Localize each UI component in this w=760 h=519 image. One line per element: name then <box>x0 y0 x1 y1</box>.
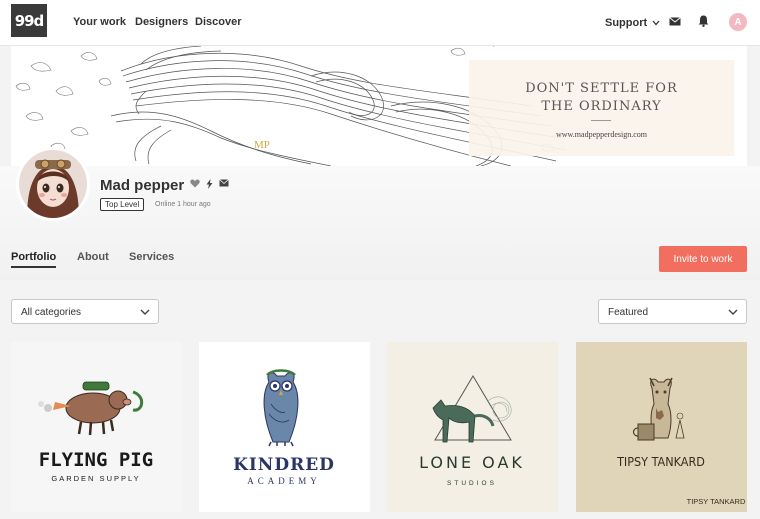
chevron-down-icon <box>728 309 738 315</box>
tipsy-tankard-logo: TIPSY TANKARD TIPSY TANKARD <box>576 342 747 512</box>
nav-your-work[interactable]: Your work <box>73 16 126 28</box>
category-select[interactable]: All categories <box>11 299 159 324</box>
tagline-line-2: THE ORDINARY <box>541 99 662 114</box>
sort-select[interactable]: Featured <box>598 299 747 324</box>
active-tab-indicator <box>11 266 56 268</box>
lightning-icon[interactable] <box>206 179 213 189</box>
nav-designers[interactable]: Designers <box>135 16 188 28</box>
designer-name: Mad pepper <box>100 177 185 194</box>
flying-pig-title: FLYING PIG <box>39 449 153 471</box>
bell-icon[interactable] <box>698 15 709 27</box>
banner-tagline-box: DON'T SETTLE FOR THE ORDINARY www.madpep… <box>469 60 734 156</box>
banner-signature: MP <box>254 139 270 151</box>
99designs-logo[interactable]: 99d <box>11 4 47 37</box>
invite-to-work-button[interactable]: Invite to work <box>659 246 747 272</box>
support-label: Support <box>605 17 648 29</box>
category-select-value: All categories <box>21 307 82 318</box>
designer-avatar-illustration <box>19 150 87 218</box>
tipsy-tankard-title: TIPSY TANKARD <box>616 454 705 469</box>
chevron-down-icon <box>140 309 150 315</box>
top-level-badge: Top Level <box>100 198 145 211</box>
user-avatar[interactable]: A <box>729 13 747 31</box>
portfolio-card-kindred[interactable]: KINDRED ACADEMY <box>199 342 370 512</box>
flying-pig-logo: FLYING PIG GARDEN SUPPLY <box>11 342 182 512</box>
tagline-divider <box>591 120 611 121</box>
heart-icon[interactable] <box>190 179 200 188</box>
tagline-line-1: DON'T SETTLE FOR <box>525 81 678 96</box>
profile-actions <box>190 179 229 189</box>
designer-avatar[interactable] <box>16 147 90 221</box>
banner-tagline: DON'T SETTLE FOR THE ORDINARY <box>469 80 734 116</box>
lone-oak-subtitle: STUDIOS <box>447 480 497 487</box>
tab-portfolio[interactable]: Portfolio <box>11 251 56 263</box>
portfolio-card-flying-pig[interactable]: FLYING PIG GARDEN SUPPLY <box>11 342 182 512</box>
kindred-subtitle: ACADEMY <box>247 476 321 486</box>
kindred-academy-logo: KINDRED ACADEMY <box>199 342 370 512</box>
lone-oak-title: LONE OAK <box>419 453 525 472</box>
top-nav: 99d Your work Designers Discover Support… <box>0 0 760 46</box>
profile-banner: MP DON'T SETTLE FOR THE ORDINARY www.mad… <box>11 46 747 166</box>
tab-about[interactable]: About <box>77 251 109 263</box>
kindred-title: KINDRED <box>233 455 335 475</box>
tab-services[interactable]: Services <box>129 251 174 263</box>
flying-pig-subtitle: GARDEN SUPPLY <box>51 474 140 483</box>
lone-oak-studios-logo: LONE OAK STUDIOS <box>387 342 558 512</box>
portfolio-card-tipsy-tankard[interactable]: TIPSY TANKARD TIPSY TANKARD <box>576 342 747 512</box>
tipsy-tankard-watermark: TIPSY TANKARD <box>687 497 746 506</box>
mail-icon[interactable] <box>669 17 681 26</box>
message-icon[interactable] <box>219 179 229 187</box>
portfolio-card-lone-oak[interactable]: LONE OAK STUDIOS <box>387 342 558 512</box>
support-menu[interactable]: Support <box>605 17 660 29</box>
online-status: Online 1 hour ago <box>155 201 211 208</box>
nav-discover[interactable]: Discover <box>195 16 241 28</box>
chevron-down-icon <box>652 20 660 26</box>
banner-website-url: www.madpepperdesign.com <box>555 130 647 139</box>
sort-select-value: Featured <box>608 307 649 318</box>
